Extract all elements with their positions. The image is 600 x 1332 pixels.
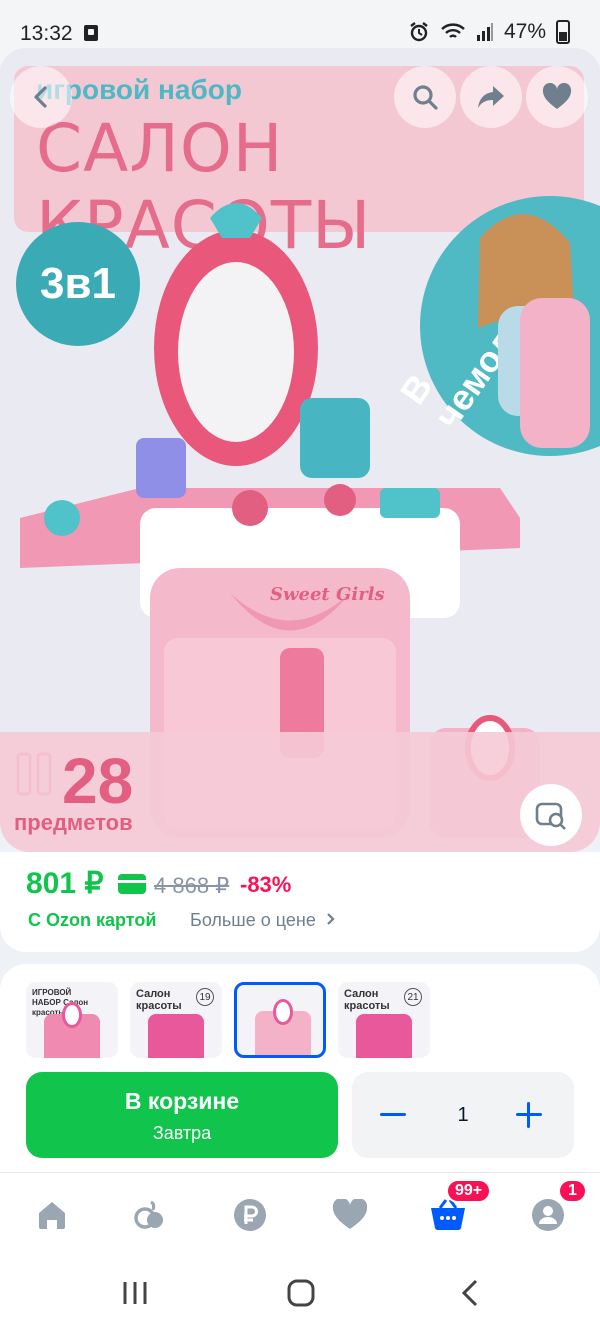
more-about-price-text: Больше о цене — [190, 910, 316, 930]
bottom-nav: 99+ 1 — [0, 1172, 600, 1262]
nav-home[interactable] — [32, 1195, 72, 1235]
thumbnail-1-mirror — [62, 1002, 82, 1028]
thumbnail-4-title: Салон красоты — [344, 988, 390, 1012]
sim-icon — [84, 25, 98, 41]
share-button[interactable] — [460, 66, 522, 128]
nav-favorites[interactable] — [330, 1195, 370, 1235]
old-price: 4 868 ₽ — [154, 873, 230, 898]
status-time: 13:32 — [20, 22, 73, 45]
quantity-stepper: 1 — [352, 1072, 574, 1158]
heart-icon — [542, 83, 572, 109]
in-cart-label: В корзине — [124, 1088, 240, 1114]
share-icon — [478, 86, 504, 108]
alarm-icon — [410, 22, 428, 42]
home-icon — [39, 1202, 65, 1229]
items-count-label: предметов — [14, 810, 133, 835]
nav-profile[interactable] — [528, 1195, 568, 1235]
favorites-icon — [332, 1199, 368, 1229]
battery-icon — [556, 20, 570, 44]
price-card: 801 ₽ 4 868 ₽ -83% С Ozon картой Больше … — [0, 852, 600, 952]
battery-percent: 47% — [503, 20, 546, 43]
current-price: 801 ₽ — [26, 867, 104, 900]
image-search-button[interactable] — [520, 784, 582, 846]
thumbnail-4[interactable]: Салон красоты 21 — [338, 982, 430, 1058]
profile-icon — [532, 1199, 564, 1231]
search-icon — [413, 85, 438, 110]
home-button-icon[interactable] — [286, 1278, 316, 1308]
sweet-girls-sign: Sweet Girls — [270, 584, 385, 605]
in-cart-button[interactable]: В корзине Завтра — [26, 1072, 338, 1158]
camera-search-icon — [535, 802, 566, 830]
wifi-icon — [441, 23, 465, 38]
thumbnail-2-toy — [148, 1014, 204, 1058]
product-image[interactable]: игровой набор САЛОН КРАСОТЫ 3в1 В чемода… — [0, 48, 600, 852]
increase-quantity-button[interactable] — [514, 1100, 544, 1130]
signal-icon — [476, 23, 493, 41]
cart-icon — [431, 1199, 465, 1231]
ruble-icon — [234, 1199, 266, 1231]
search-button[interactable] — [394, 66, 456, 128]
thumbnail-2[interactable]: Салон красоты 19 — [130, 982, 222, 1058]
thumbnail-2-title: Салон красоты — [136, 988, 182, 1012]
favorite-button[interactable] — [526, 66, 588, 128]
chevron-right-icon — [327, 913, 335, 925]
thumbnail-4-badge: 21 — [404, 988, 422, 1006]
more-about-price-link[interactable]: Больше о цене — [190, 910, 337, 931]
nav-finance[interactable] — [230, 1195, 270, 1235]
fresh-icon — [134, 1200, 163, 1229]
back-icon — [34, 86, 47, 108]
status-right: 47% — [408, 20, 570, 44]
back-button[interactable] — [10, 66, 72, 128]
nav-fresh[interactable] — [130, 1195, 170, 1235]
discount-badge: -83% — [240, 872, 292, 897]
recent-apps-icon[interactable] — [120, 1278, 150, 1308]
back-nav-icon[interactable] — [456, 1278, 486, 1308]
cart-count-badge: 99+ — [446, 1179, 492, 1203]
delivery-label: Завтра — [152, 1123, 212, 1143]
profile-notification-badge: 1 — [558, 1179, 587, 1203]
thumbnail-2-badge: 19 — [196, 988, 214, 1006]
thumbnail-3-mirror — [273, 999, 293, 1025]
system-nav-bar — [0, 1262, 600, 1332]
thumbnail-3-selected[interactable] — [234, 982, 326, 1058]
thumbnail-1[interactable]: ИГРОВОЙ НАБОР Салон красоты — [26, 982, 118, 1058]
items-count: 28 — [62, 745, 134, 817]
ozon-card-label: С Ozon картой — [28, 910, 157, 930]
thumbnail-4-toy — [356, 1014, 412, 1058]
ozon-card-icon — [118, 874, 146, 894]
